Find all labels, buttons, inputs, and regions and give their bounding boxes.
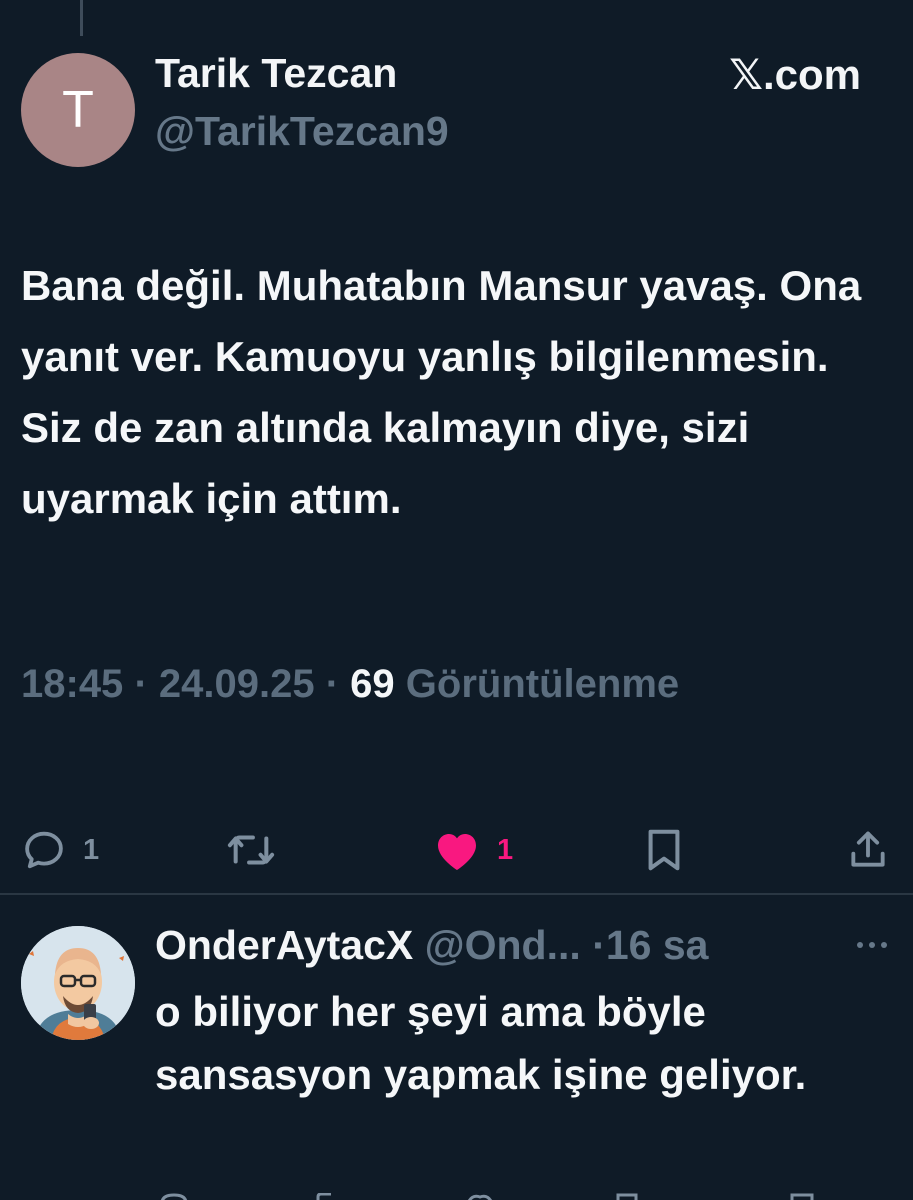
meta-separator: · bbox=[134, 662, 148, 706]
bookmark-button[interactable] bbox=[644, 820, 684, 880]
like-button[interactable]: 1 bbox=[433, 820, 513, 880]
more-horizontal-icon bbox=[857, 942, 887, 948]
meta-separator: · bbox=[325, 662, 340, 706]
views-label: Görüntülenme bbox=[405, 662, 680, 706]
reply-button[interactable]: 1 bbox=[21, 820, 99, 880]
share-button[interactable] bbox=[846, 820, 890, 880]
reply-count: 1 bbox=[83, 833, 100, 866]
reply-text: o biliyor her şeyi ama böyle sansasyon y… bbox=[155, 988, 807, 1098]
tweet-date[interactable]: 24.09.25 bbox=[159, 662, 315, 706]
author-handle[interactable]: @TarikTezcan9 bbox=[155, 108, 449, 155]
reply-action-bar-partial bbox=[0, 1190, 913, 1200]
tweet-time[interactable]: 18:45 bbox=[21, 662, 123, 706]
more-options-button[interactable] bbox=[852, 935, 892, 955]
author-name[interactable]: Tarik Tezcan bbox=[155, 50, 397, 97]
reply-author-avatar[interactable] bbox=[21, 926, 135, 1040]
reply-separator: · bbox=[592, 922, 606, 968]
reply-author-name[interactable]: OnderAytacX bbox=[155, 922, 413, 968]
bookmark-icon bbox=[644, 827, 684, 873]
reply-author-handle[interactable]: @Ond... bbox=[425, 922, 581, 968]
section-divider bbox=[0, 893, 913, 895]
like-count: 1 bbox=[497, 833, 514, 866]
retweet-button[interactable] bbox=[226, 820, 276, 880]
reply-header: OnderAytacX @Ond... ·16 sa bbox=[155, 922, 708, 969]
retweet-icon bbox=[226, 827, 276, 873]
views-count: 69 bbox=[350, 662, 395, 706]
avatar-letter: T bbox=[62, 81, 94, 139]
share-icon bbox=[846, 827, 890, 873]
cartoon-avatar-illustration bbox=[21, 926, 135, 1040]
tweet-meta: 18:45 · 24.09.25 · 69 Görüntülenme bbox=[21, 662, 679, 707]
source-label: 𝕏.com bbox=[729, 51, 861, 98]
thread-connector-line bbox=[80, 0, 83, 36]
reply-icon bbox=[21, 827, 67, 873]
like-icon bbox=[433, 828, 481, 872]
tweet-text: Bana değil. Muhatabın Mansur yavaş. Ona … bbox=[21, 262, 862, 522]
reply-time[interactable]: 16 sa bbox=[606, 922, 709, 968]
author-avatar[interactable]: T bbox=[21, 53, 135, 167]
action-bar: 1 1 bbox=[0, 820, 913, 880]
